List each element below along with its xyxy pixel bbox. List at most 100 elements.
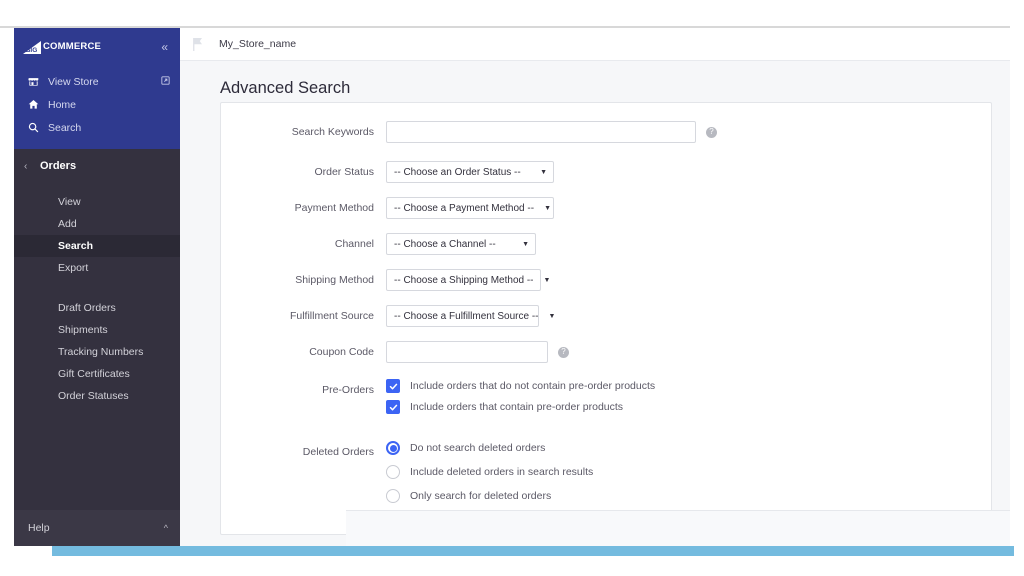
- field-row-shipping-method: Shipping Method -- Choose a Shipping Met…: [221, 269, 991, 291]
- field-row-payment-method: Payment Method -- Choose a Payment Metho…: [221, 197, 991, 219]
- storefront-icon: [28, 76, 42, 87]
- chevron-up-icon[interactable]: ^: [164, 523, 168, 533]
- shipping-method-label: Shipping Method: [295, 274, 374, 286]
- sidebar-item-view-store[interactable]: View Store: [14, 70, 180, 93]
- sidebar-brand-header: BIG COMMERCE «: [14, 28, 180, 66]
- field-row-search-keywords: Search Keywords ?: [221, 121, 991, 143]
- order-status-select[interactable]: -- Choose an Order Status -- ▼: [386, 161, 554, 183]
- chevron-down-icon: ▼: [540, 168, 547, 176]
- store-name-label[interactable]: My_Store_name: [219, 38, 296, 50]
- pre-orders-label: Pre-Orders: [322, 384, 374, 396]
- pre-orders-option-include[interactable]: Include orders that contain pre-order pr…: [386, 400, 991, 414]
- sidebar-item-label: Add: [58, 218, 77, 230]
- checkbox-checked-icon[interactable]: [386, 400, 400, 414]
- deleted-orders-option-none[interactable]: Do not search deleted orders: [386, 441, 991, 455]
- store-context-bar: My_Store_name: [180, 28, 1010, 61]
- checkbox-label: Include orders that do not contain pre-o…: [410, 380, 656, 392]
- field-row-fulfillment-source: Fulfillment Source -- Choose a Fulfillme…: [221, 305, 991, 327]
- order-status-label: Order Status: [314, 166, 374, 178]
- chevron-down-icon: ▼: [548, 312, 556, 320]
- form-action-bar: Cancel Search: [346, 510, 1010, 546]
- sidebar-item-label: Export: [58, 262, 89, 274]
- radio-unselected-icon[interactable]: [386, 489, 400, 503]
- sidebar-item-order-statuses[interactable]: Order Statuses: [14, 385, 180, 407]
- sidebar-orders-submenu: View Add Search Export Draft Orders Ship…: [14, 183, 180, 407]
- channel-selected-value: -- Choose a Channel --: [394, 238, 496, 250]
- deleted-orders-option-only[interactable]: Only search for deleted orders: [386, 489, 991, 503]
- coupon-code-input[interactable]: [386, 341, 548, 363]
- sidebar-item-label: Draft Orders: [58, 302, 116, 314]
- browser-top-strip: [0, 0, 1010, 28]
- pre-orders-option-exclude[interactable]: Include orders that do not contain pre-o…: [386, 379, 991, 393]
- page-accent-bottom-edge: [52, 546, 1014, 556]
- shipping-method-selected-value: -- Choose a Shipping Method --: [394, 274, 534, 286]
- radio-label: Do not search deleted orders: [410, 442, 546, 454]
- flag-icon: [192, 37, 205, 52]
- svg-text:BIG: BIG: [26, 47, 38, 54]
- sidebar-help-bar[interactable]: Help ^: [14, 510, 180, 546]
- radio-label: Include deleted orders in search results: [410, 466, 594, 478]
- sidebar-primary-nav: View Store Home Search: [14, 66, 180, 149]
- sidebar-item-shipments[interactable]: Shipments: [14, 319, 180, 341]
- field-row-order-status: Order Status -- Choose an Order Status -…: [221, 161, 991, 183]
- sidebar-item-export[interactable]: Export: [14, 257, 180, 279]
- search-keywords-label: Search Keywords: [291, 126, 374, 138]
- sidebar-item-tracking-numbers[interactable]: Tracking Numbers: [14, 341, 180, 363]
- deleted-orders-label: Deleted Orders: [302, 446, 374, 458]
- order-status-selected-value: -- Choose an Order Status --: [394, 166, 521, 178]
- fulfillment-source-select[interactable]: -- Choose a Fulfillment Source -- ▼: [386, 305, 555, 327]
- channel-select[interactable]: -- Choose a Channel -- ▼: [386, 233, 536, 255]
- radio-unselected-icon[interactable]: [386, 465, 400, 479]
- home-icon: [28, 99, 42, 110]
- sidebar-item-label: Search: [58, 240, 94, 252]
- sidebar-item-add[interactable]: Add: [14, 213, 180, 235]
- field-row-deleted-orders: Deleted Orders Do not search deleted ord…: [221, 441, 991, 513]
- sidebar-section-label: Orders: [40, 160, 77, 172]
- coupon-code-label: Coupon Code: [309, 346, 374, 358]
- checkbox-checked-icon[interactable]: [386, 379, 400, 393]
- fulfillment-source-selected-value: -- Choose a Fulfillment Source --: [394, 310, 539, 322]
- sidebar-item-label: Home: [48, 98, 77, 111]
- sidebar-item-draft-orders[interactable]: Draft Orders: [14, 297, 180, 319]
- sidebar-item-label: Gift Certificates: [58, 368, 130, 380]
- shipping-method-select[interactable]: -- Choose a Shipping Method -- ▼: [386, 269, 550, 291]
- sidebar-item-label: Order Statuses: [58, 390, 129, 402]
- channel-label: Channel: [334, 238, 374, 250]
- external-link-icon: [161, 76, 170, 87]
- radio-label: Only search for deleted orders: [410, 490, 552, 502]
- search-keywords-input[interactable]: [386, 121, 696, 143]
- field-row-channel: Channel -- Choose a Channel -- ▼: [221, 233, 991, 255]
- bigcommerce-wordmark: COMMERCE: [43, 41, 102, 53]
- sidebar-item-label: Shipments: [58, 324, 108, 336]
- chevron-double-left-icon[interactable]: «: [159, 39, 170, 55]
- field-row-pre-orders: Pre-Orders Include orders that do not co…: [221, 379, 991, 421]
- sidebar-item-search-orders[interactable]: Search: [14, 235, 180, 257]
- main-content: My_Store_name Advanced Search Search Key…: [180, 28, 1010, 546]
- sidebar-section-orders[interactable]: ‹ Orders: [14, 149, 180, 183]
- sidebar-item-search[interactable]: Search: [14, 116, 180, 139]
- help-circle-icon[interactable]: ?: [558, 346, 569, 358]
- bigcommerce-mark-icon: BIG: [22, 40, 42, 54]
- sidebar-divider: [14, 279, 180, 297]
- chevron-down-icon: ▼: [522, 240, 529, 248]
- sidebar-item-label: View Store: [48, 75, 99, 88]
- sidebar-item-view[interactable]: View: [14, 191, 180, 213]
- sidebar-item-label: Tracking Numbers: [58, 346, 144, 358]
- checkbox-label: Include orders that contain pre-order pr…: [410, 401, 624, 413]
- advanced-search-form-card: Search Keywords ? Order Status -- Choose…: [220, 102, 992, 535]
- deleted-orders-option-include[interactable]: Include deleted orders in search results: [386, 465, 991, 479]
- sidebar-item-label: View: [58, 196, 81, 208]
- field-row-coupon-code: Coupon Code ?: [221, 341, 991, 363]
- chevron-down-icon: ▼: [544, 204, 551, 212]
- sidebar: BIG COMMERCE « View Store Home Search ‹ …: [14, 28, 180, 546]
- chevron-left-icon: ‹: [24, 160, 28, 172]
- search-icon: [28, 122, 42, 133]
- sidebar-item-home[interactable]: Home: [14, 93, 180, 116]
- sidebar-item-gift-certificates[interactable]: Gift Certificates: [14, 363, 180, 385]
- screenshot-root: BIG COMMERCE « View Store Home Search ‹ …: [0, 0, 1024, 576]
- help-circle-icon[interactable]: ?: [706, 126, 717, 138]
- payment-method-select[interactable]: -- Choose a Payment Method -- ▼: [386, 197, 554, 219]
- radio-selected-icon[interactable]: [386, 441, 400, 455]
- bigcommerce-logo[interactable]: BIG COMMERCE: [22, 40, 159, 54]
- payment-method-label: Payment Method: [294, 202, 374, 214]
